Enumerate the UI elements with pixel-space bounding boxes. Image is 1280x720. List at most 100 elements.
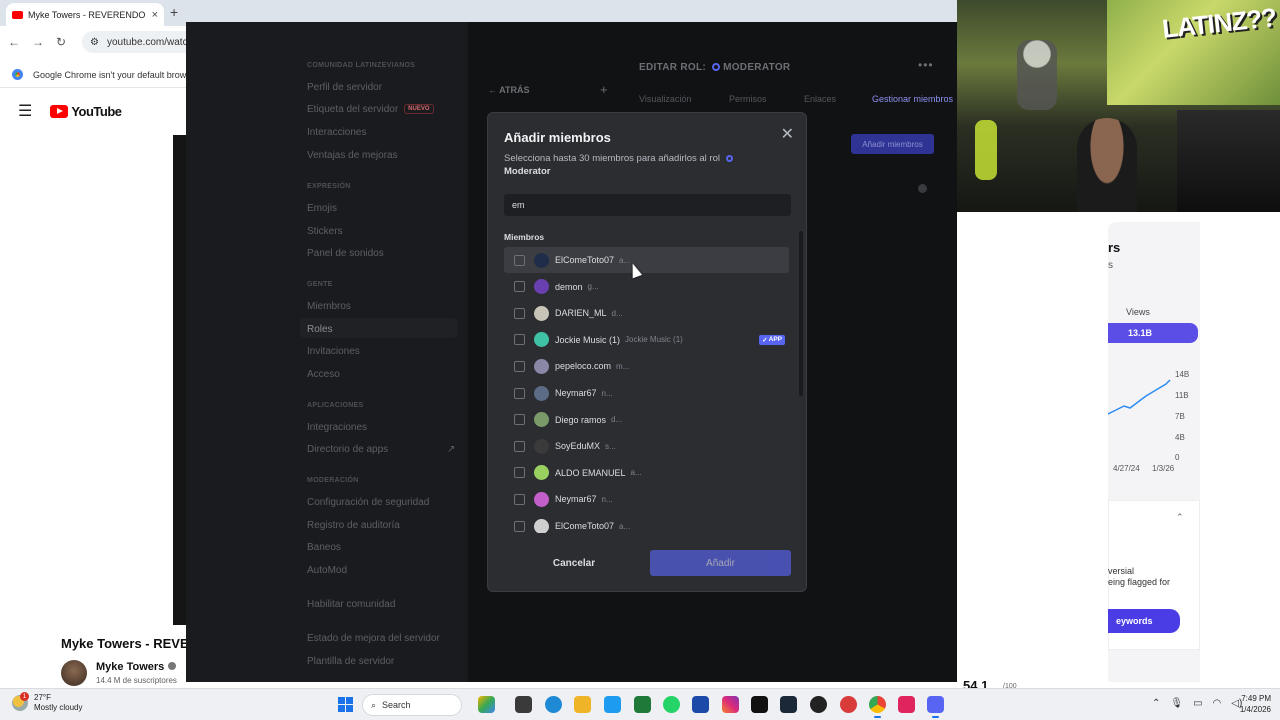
sidebar-item-baneos[interactable]: Baneos [307, 542, 341, 553]
url-text: youtube.com/watch [106, 36, 194, 48]
chrome-taskbar-icon[interactable] [869, 696, 886, 718]
more-options-icon[interactable]: ••• [918, 58, 934, 72]
microphone-icon[interactable]: 🎙 [1170, 698, 1183, 709]
sidebar-item-etiqueta-del-servidor[interactable]: Etiqueta del servidor NUEVO [307, 104, 434, 115]
sidebar-item-emojis[interactable]: Emojis [307, 203, 337, 214]
channel-name[interactable]: Myke Towers [96, 661, 177, 673]
tab-close-icon[interactable]: × [152, 9, 158, 21]
taskbar-search[interactable]: ⌕ Search [362, 694, 462, 716]
member-checkbox[interactable] [514, 414, 525, 426]
member-checkbox[interactable] [514, 254, 525, 266]
site-info-icon[interactable]: ⚙ [90, 37, 99, 48]
start-icon[interactable] [338, 697, 353, 712]
scrollbar-thumb[interactable] [799, 231, 803, 396]
steam-icon[interactable] [780, 696, 797, 713]
discord-taskbar-icon[interactable] [927, 696, 944, 718]
member-row[interactable]: pepeloco.com m... [504, 353, 789, 379]
edge-icon[interactable] [545, 696, 562, 713]
tab-enlaces[interactable]: Enlaces [804, 94, 836, 104]
member-checkbox[interactable] [514, 334, 525, 346]
member-checkbox[interactable] [514, 307, 525, 319]
member-row[interactable]: ALDO EMANUEL a... [504, 460, 789, 486]
sidebar-item-estado-de-mejora-del-servidor[interactable]: Estado de mejora del servidor [307, 633, 440, 644]
sidebar-item-perfil-de-servidor[interactable]: Perfil de servidor [307, 82, 382, 93]
app-icon-red[interactable] [840, 696, 857, 713]
member-row[interactable]: DARIEN_ML d... [504, 300, 789, 326]
close-icon[interactable]: ✕ [781, 124, 794, 144]
sidebar-item-panel-de-sonidos[interactable]: Panel de sonidos [307, 248, 384, 259]
widgets-icon[interactable] [478, 696, 495, 713]
sidebar-item-configuraci-n-de-seguridad[interactable]: Configuración de seguridad [307, 497, 429, 508]
member-checkbox[interactable] [514, 467, 525, 479]
channel-avatar[interactable] [61, 660, 87, 686]
network-icon[interactable]: ▭ [1193, 698, 1202, 709]
browser-tab[interactable]: Myke Towers - REVERENDO (Vi × [6, 3, 164, 26]
keywords-button[interactable]: eywords [1108, 609, 1180, 633]
sidebar-item-directorio-de-apps[interactable]: Directorio de apps ↗ [307, 444, 455, 455]
sidebar-item-plantilla-de-servidor[interactable]: Plantilla de servidor [307, 656, 394, 667]
file-explorer-icon[interactable] [574, 696, 591, 713]
add-role-icon[interactable]: + [600, 82, 608, 97]
sidebar-item-roles[interactable]: Roles [307, 324, 333, 335]
tab-permisos[interactable]: Permisos [729, 94, 767, 104]
member-row[interactable]: ElComeToto07 a... [504, 247, 789, 273]
taskbar-clock[interactable]: 7:49 PM 1/4/2026 [1233, 693, 1271, 715]
forward-arrow-icon[interactable]: → [32, 35, 44, 49]
member-list-scrollbar[interactable] [799, 231, 803, 531]
member-row[interactable]: Neymar67 n... [504, 486, 789, 512]
weather-widget[interactable]: 1 27°F Mostly cloudy [12, 692, 82, 713]
member-row[interactable]: ElComeToto07 a... [504, 513, 789, 533]
twitter-icon[interactable] [604, 696, 621, 713]
notification-badge: 1 [20, 692, 29, 701]
chevron-up-icon[interactable]: ⌃ [1152, 698, 1160, 709]
member-search-input[interactable] [504, 194, 791, 216]
member-checkbox[interactable] [514, 440, 525, 452]
modal-title: Añadir miembros [504, 130, 611, 145]
tab-visualizacion[interactable]: Visualización [639, 94, 691, 104]
member-checkbox[interactable] [514, 493, 525, 505]
member-checkbox[interactable] [514, 387, 525, 399]
remove-member-icon[interactable] [918, 184, 927, 193]
obs-icon[interactable] [810, 696, 827, 713]
xbox-app-icon[interactable] [634, 696, 651, 713]
store-icon[interactable] [692, 696, 709, 713]
tiktok-icon[interactable] [751, 696, 768, 713]
new-tab-button[interactable]: + [170, 4, 178, 20]
instagram-icon[interactable] [722, 696, 739, 713]
sidebar-item-integraciones[interactable]: Integraciones [307, 422, 367, 433]
tab-gestionar-miembros[interactable]: Gestionar miembros [872, 94, 953, 104]
sidebar-item-habilitar-comunidad[interactable]: Habilitar comunidad [307, 599, 395, 610]
member-row[interactable]: Neymar67 n... [504, 380, 789, 406]
chevron-up-icon[interactable]: ⌃ [1176, 512, 1184, 523]
add-members-button[interactable]: Añadir miembros [851, 134, 934, 154]
member-row[interactable]: SoyEduMX s... [504, 433, 789, 459]
back-arrow-icon[interactable]: ← [8, 35, 20, 49]
member-row[interactable]: Diego ramos d... [504, 407, 789, 433]
sidebar-item-stickers[interactable]: Stickers [307, 226, 343, 237]
member-row[interactable]: Jockie Music (1) Jockie Music (1) ✓ APP [504, 327, 789, 353]
reload-icon[interactable]: ↻ [56, 35, 66, 49]
member-checkbox[interactable] [514, 520, 525, 532]
whatsapp-icon[interactable] [663, 696, 680, 713]
sidebar-item-acceso[interactable]: Acceso [307, 369, 340, 380]
back-button[interactable]: ← ATRÁS [488, 85, 530, 95]
y-tick-7b: 7B [1175, 412, 1185, 421]
add-button[interactable]: Añadir [650, 550, 791, 576]
sidebar-item-miembros[interactable]: Miembros [307, 301, 351, 312]
wifi-icon[interactable]: ◠ [1213, 698, 1222, 709]
sidebar-item-automod[interactable]: AutoMod [307, 565, 347, 576]
sidebar-item-registro-de-auditor-a[interactable]: Registro de auditoría [307, 520, 400, 531]
sidebar-item-interacciones[interactable]: Interacciones [307, 127, 366, 138]
member-checkbox[interactable] [514, 281, 525, 293]
cancel-button[interactable]: Cancelar [504, 550, 644, 576]
youtube-logo[interactable]: YouTube [50, 104, 122, 119]
stats-panel: rs s Views 13.1B 14B 11B 7B 4B 0 4/27/24… [1108, 212, 1208, 682]
task-view-icon[interactable] [515, 696, 532, 713]
sidebar-item-invitaciones[interactable]: Invitaciones [307, 346, 360, 357]
tiktok-studio-icon[interactable] [898, 696, 915, 713]
menu-icon[interactable]: ☰ [18, 101, 32, 121]
sidebar-item-ventajas-de-mejoras[interactable]: Ventajas de mejoras [307, 150, 398, 161]
member-checkbox[interactable] [514, 360, 525, 372]
member-row[interactable]: demon g... [504, 274, 789, 300]
member-avatar [534, 279, 549, 295]
